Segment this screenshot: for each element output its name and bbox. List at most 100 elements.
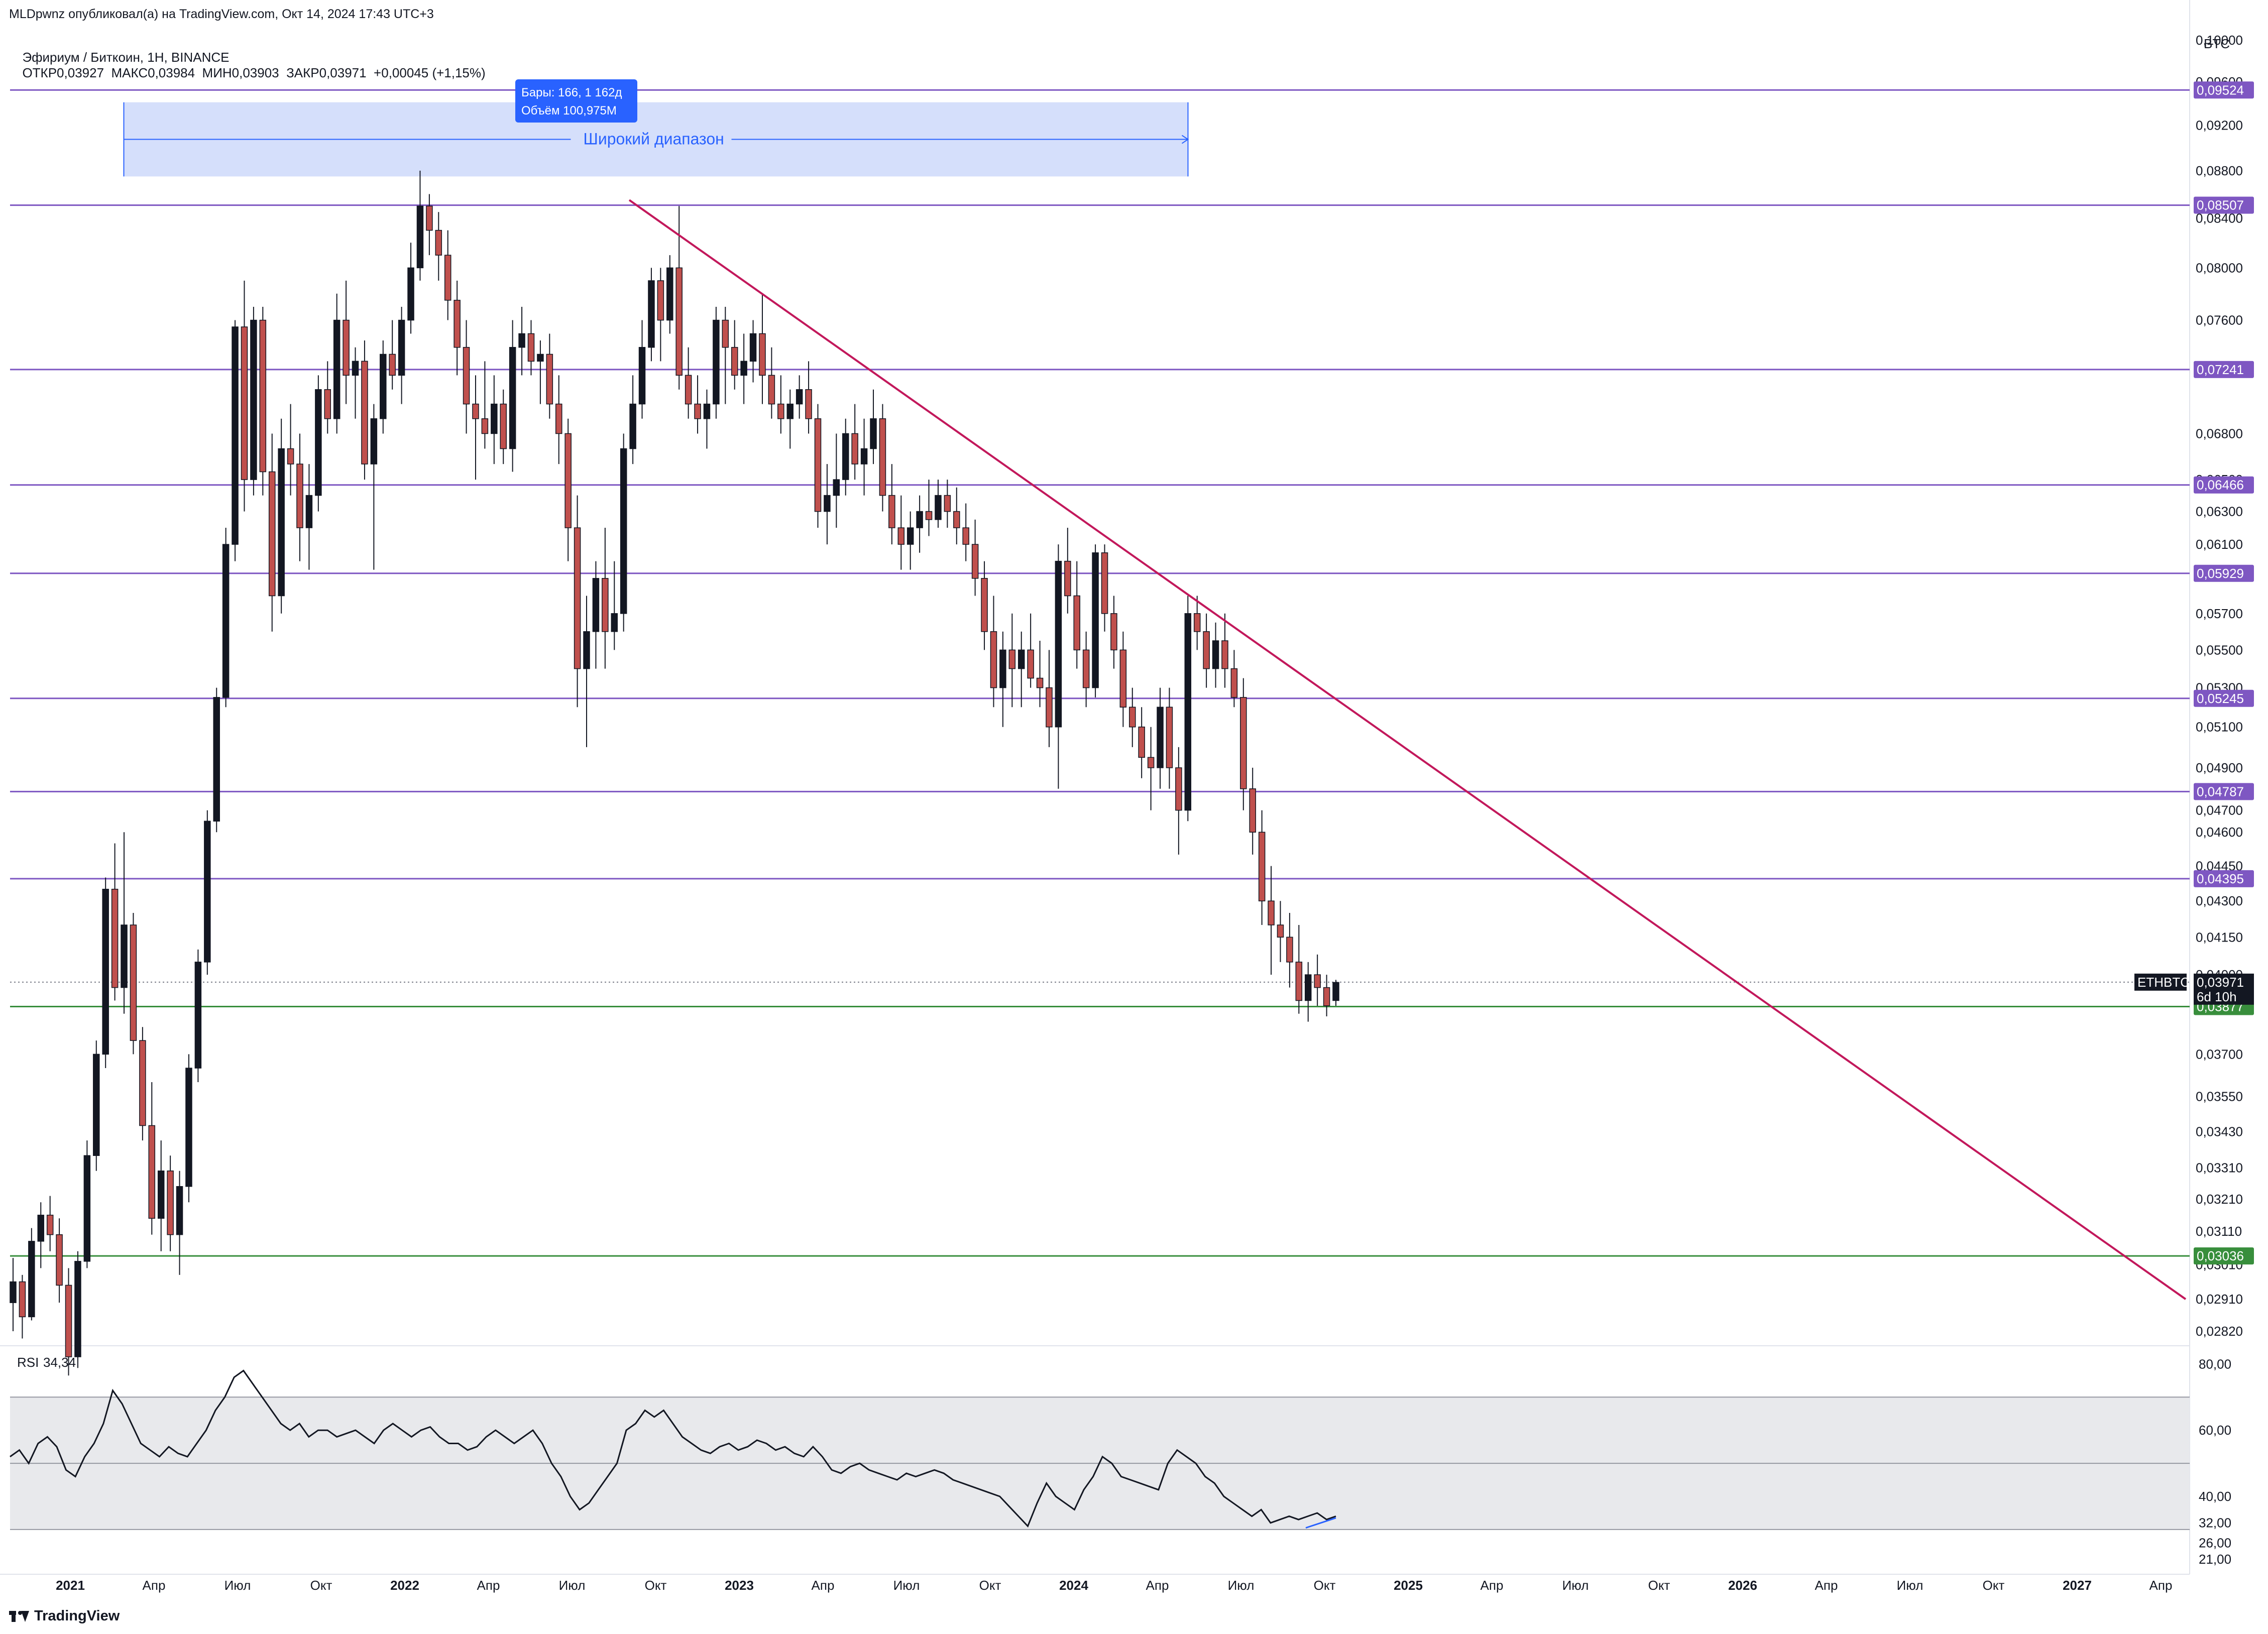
candle-body[interactable] [10, 1281, 17, 1303]
candle-body[interactable] [602, 578, 609, 632]
candle-body[interactable] [121, 924, 128, 988]
candle-body[interactable] [657, 280, 664, 321]
candle-body[interactable] [176, 1186, 183, 1235]
candle-body[interactable] [638, 346, 646, 405]
candle-body[interactable] [74, 1261, 81, 1357]
candle-body[interactable] [824, 495, 831, 512]
candle-body[interactable] [1036, 677, 1044, 688]
candle-body[interactable] [37, 1215, 45, 1242]
candle-body[interactable] [204, 821, 211, 963]
candle-body[interactable] [1258, 832, 1266, 901]
candle-body[interactable] [315, 389, 322, 496]
candle-body[interactable] [906, 527, 914, 545]
candle-body[interactable] [1119, 649, 1127, 708]
candle-body[interactable] [1017, 649, 1025, 669]
candle-body[interactable] [481, 418, 489, 434]
candle-body[interactable] [620, 448, 627, 614]
candle-body[interactable] [879, 418, 886, 496]
candle-body[interactable] [1240, 697, 1247, 789]
candle-body[interactable] [842, 433, 849, 480]
candle-body[interactable] [1073, 595, 1081, 651]
candle-body[interactable] [157, 1171, 165, 1219]
candle-body[interactable] [527, 333, 535, 362]
candle-body[interactable] [749, 333, 757, 362]
candle-body[interactable] [102, 888, 109, 1055]
candle-body[interactable] [1147, 757, 1155, 768]
candle-body[interactable] [860, 448, 868, 464]
candle-body[interactable] [259, 319, 267, 473]
candle-body[interactable] [703, 403, 711, 419]
candle-body[interactable] [694, 403, 701, 419]
candle-body[interactable] [1157, 707, 1164, 768]
candle-body[interactable] [1221, 640, 1228, 669]
candle-body[interactable] [1110, 613, 1117, 651]
candle-body[interactable] [361, 361, 368, 464]
candle-body[interactable] [648, 280, 655, 348]
candle-body[interactable] [278, 448, 285, 597]
candle-body[interactable] [888, 495, 895, 528]
candle-body[interactable] [426, 205, 433, 231]
candle-body[interactable] [83, 1155, 91, 1262]
candle-body[interactable] [685, 375, 692, 405]
candle-body[interactable] [370, 418, 378, 464]
candle-body[interactable] [167, 1171, 174, 1235]
candle-body[interactable] [1314, 974, 1321, 988]
candle-body[interactable] [564, 433, 572, 528]
candle-body[interactable] [213, 697, 220, 822]
candle-body[interactable] [786, 403, 793, 419]
candle-body[interactable] [46, 1215, 54, 1235]
candle-body[interactable] [1212, 640, 1219, 669]
candle-body[interactable] [713, 319, 720, 405]
candle-body[interactable] [990, 631, 997, 688]
candle-body[interactable] [435, 229, 442, 256]
candle-body[interactable] [1175, 767, 1182, 811]
candle-body[interactable] [1129, 707, 1136, 728]
candle-body[interactable] [935, 495, 942, 520]
candle-body[interactable] [1295, 962, 1303, 1001]
candle-body[interactable] [1323, 987, 1330, 1006]
candle-body[interactable] [574, 527, 581, 669]
candle-body[interactable] [870, 418, 877, 449]
candle-body[interactable] [925, 511, 933, 520]
candle-body[interactable] [768, 375, 775, 405]
candle-body[interactable] [971, 544, 979, 579]
candle-body[interactable] [1193, 613, 1201, 632]
candle-body[interactable] [463, 346, 470, 405]
candle-body[interactable] [722, 319, 729, 348]
candle-body[interactable] [518, 333, 525, 348]
candle-body[interactable] [1082, 649, 1090, 688]
candle-body[interactable] [1138, 726, 1145, 758]
candle-body[interactable] [305, 495, 313, 528]
candle-body[interactable] [796, 389, 803, 405]
candle-body[interactable] [999, 649, 1006, 688]
candle-body[interactable] [1277, 924, 1284, 938]
chart-canvas[interactable]: 0,100000,096000,092000,088000,084000,080… [0, 0, 2268, 1634]
candle-body[interactable] [472, 403, 479, 419]
candle-body[interactable] [389, 354, 396, 376]
candle-body[interactable] [833, 479, 840, 496]
candle-body[interactable] [398, 319, 405, 376]
candle-body[interactable] [19, 1281, 26, 1318]
candle-body[interactable] [546, 354, 553, 405]
candle-body[interactable] [731, 346, 738, 376]
candle-body[interactable] [944, 495, 951, 512]
candle-body[interactable] [1064, 560, 1071, 597]
candle-body[interactable] [675, 267, 683, 376]
candle-body[interactable] [333, 319, 341, 419]
candle-body[interactable] [1203, 631, 1210, 669]
candle-body[interactable] [611, 613, 618, 632]
candle-body[interactable] [343, 319, 350, 376]
candle-body[interactable] [740, 361, 747, 376]
candle-body[interactable] [491, 403, 498, 434]
candle-body[interactable] [287, 448, 294, 464]
candle-body[interactable] [500, 403, 507, 449]
candle-body[interactable] [380, 354, 387, 419]
candle-body[interactable] [916, 511, 923, 528]
candle-body[interactable] [555, 403, 562, 434]
candle-body[interactable] [814, 418, 822, 512]
candle-body[interactable] [130, 924, 137, 1041]
candle-body[interactable] [148, 1125, 156, 1219]
candle-body[interactable] [629, 403, 636, 449]
candle-body[interactable] [1092, 552, 1099, 688]
candle-body[interactable] [777, 403, 784, 419]
